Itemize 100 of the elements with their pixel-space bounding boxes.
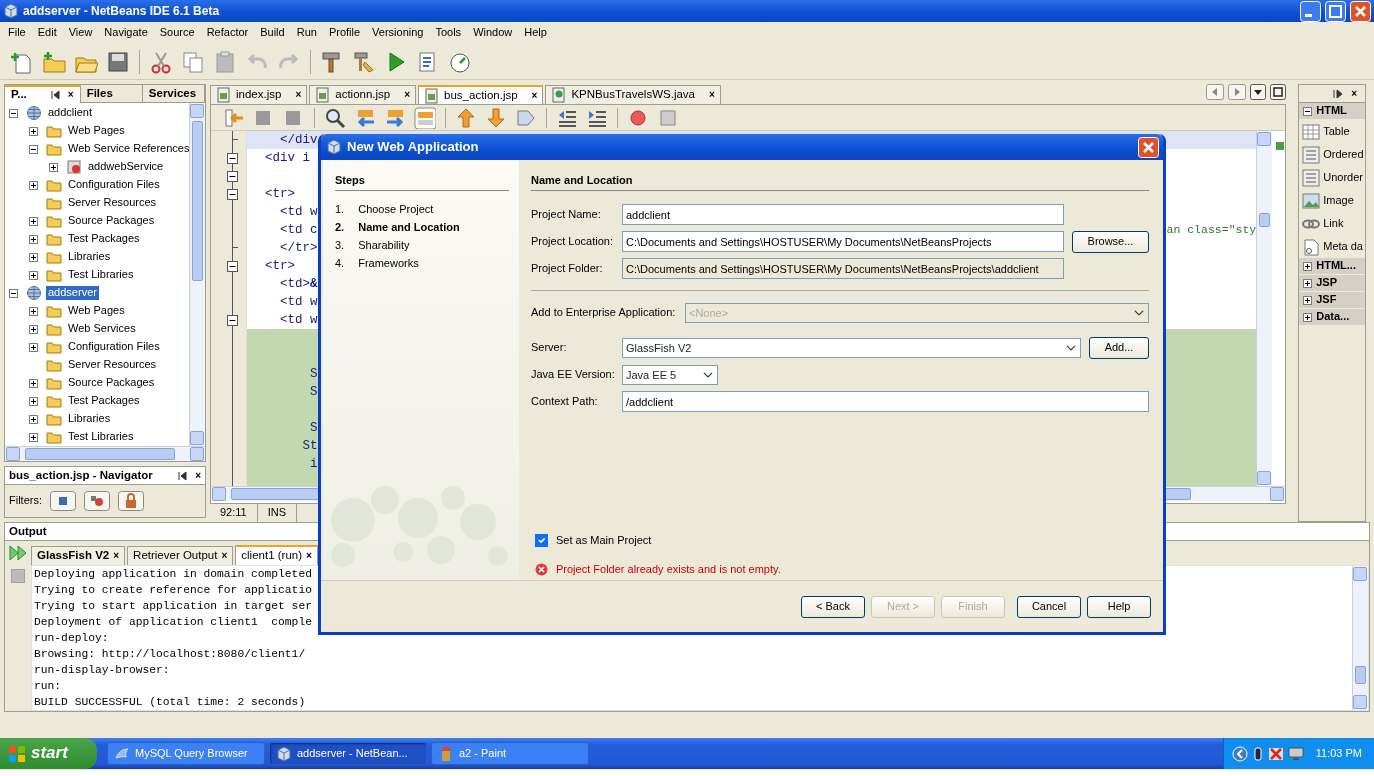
dialog-button[interactable]: Help — [1087, 595, 1151, 618]
scroll-left-icon[interactable] — [1206, 84, 1225, 100]
tree-item[interactable]: Server Resources — [66, 196, 159, 210]
menu-item[interactable]: Refactor — [200, 26, 255, 40]
expand-icon[interactable] — [1303, 278, 1313, 288]
close-icon[interactable]: × — [113, 550, 120, 561]
start-button[interactable]: start — [0, 738, 97, 769]
collapse-icon[interactable] — [9, 108, 18, 118]
expand-icon[interactable] — [29, 252, 38, 262]
filter-square-icon[interactable] — [50, 491, 76, 511]
tree-item[interactable]: Libraries — [66, 250, 113, 264]
tree-item[interactable]: Web Pages — [66, 304, 127, 318]
expand-icon[interactable] — [29, 414, 38, 424]
tree-item[interactable]: Web Service References — [66, 142, 189, 156]
vertical-scrollbar[interactable] — [1352, 565, 1368, 710]
collapse-icon[interactable] — [29, 144, 38, 154]
taskbar-button[interactable]: MySQL Query Browser — [107, 742, 265, 765]
expand-icon[interactable] — [29, 324, 38, 334]
menu-item[interactable]: Build — [254, 26, 291, 40]
tree-item[interactable]: Test Libraries — [66, 430, 136, 444]
monitor-icon[interactable] — [1287, 745, 1304, 762]
bookmark-up-icon[interactable] — [455, 106, 477, 129]
expand-icon[interactable] — [29, 180, 38, 190]
close-icon[interactable] — [1350, 0, 1371, 22]
save-icon[interactable] — [106, 49, 130, 74]
tree-item[interactable]: Source Packages — [66, 214, 157, 228]
collapse-icon[interactable] — [1303, 106, 1313, 116]
fold-icon[interactable] — [227, 315, 238, 326]
panel-tab[interactable]: Files — [86, 87, 113, 101]
dialog-button[interactable]: Cancel — [1017, 595, 1081, 618]
status-marker-icon[interactable] — [1276, 142, 1285, 151]
close-icon[interactable]: × — [709, 89, 715, 101]
menu-item[interactable]: Edit — [31, 26, 63, 40]
tree-item[interactable]: Test Packages — [66, 232, 142, 246]
output-tab[interactable]: Retriever Output × — [127, 546, 234, 565]
maximize-icon[interactable] — [1270, 84, 1287, 100]
panel-tab[interactable]: P... — [11, 88, 27, 102]
checkbox[interactable] — [535, 533, 548, 547]
taskbar-button[interactable]: addserver - NetBean... — [269, 742, 427, 765]
expand-icon[interactable] — [29, 270, 38, 280]
expand-icon[interactable] — [29, 234, 38, 244]
expand-icon[interactable] — [29, 216, 38, 226]
output-tab[interactable]: client1 (run) × — [235, 545, 318, 565]
minimize-panel-icon[interactable] — [50, 90, 60, 100]
fold-icon[interactable] — [227, 153, 238, 164]
browse-button[interactable]: Browse... — [1072, 230, 1149, 253]
text-field[interactable]: C:\Documents and Settings\HOSTUSER\My Documents\NetBeansProjects — [622, 231, 1064, 253]
tree-item[interactable]: Web Services — [66, 322, 138, 336]
text-field[interactable]: C:\Documents and Settings\HOSTUSER\My Documents\NetBeansProjects\addclient — [622, 258, 1064, 280]
editor-tab[interactable]: index.jsp × — [210, 85, 308, 104]
back-source-icon[interactable] — [223, 106, 245, 129]
close-icon[interactable]: × — [221, 550, 228, 561]
expand-icon[interactable] — [29, 432, 38, 442]
menu-item[interactable]: Help — [518, 26, 553, 40]
close-icon[interactable]: × — [404, 89, 411, 101]
text-field[interactable]: /addclient — [622, 391, 1149, 413]
expand-icon[interactable] — [29, 396, 38, 406]
horizontal-scrollbar[interactable] — [5, 446, 205, 461]
editor-tab[interactable]: actionn.jsp × — [309, 85, 417, 104]
add-button[interactable]: Add... — [1089, 336, 1149, 359]
show-icons-icon[interactable] — [1231, 745, 1248, 762]
close-icon[interactable]: × — [295, 89, 302, 101]
expand-icon[interactable] — [29, 306, 38, 316]
tree-item[interactable]: Test Libraries — [66, 268, 136, 282]
close-icon[interactable]: × — [306, 550, 312, 561]
output-tab[interactable]: GlassFish V2 × — [31, 546, 126, 565]
expand-icon[interactable] — [29, 126, 38, 136]
menu-item[interactable]: Window — [467, 26, 519, 40]
expand-icon[interactable] — [1303, 261, 1313, 271]
tree-item[interactable]: Configuration Files — [66, 340, 162, 354]
collapse-icon[interactable] — [9, 288, 18, 298]
new-project-icon[interactable] — [42, 49, 66, 74]
lock-icon[interactable] — [118, 491, 144, 511]
expand-icon[interactable] — [1303, 312, 1313, 322]
find-icon[interactable] — [324, 106, 346, 129]
menu-item[interactable]: Profile — [322, 26, 367, 40]
expand-icon[interactable] — [29, 342, 38, 352]
bookmark-down-icon[interactable] — [485, 106, 507, 129]
fold-icon[interactable] — [227, 189, 238, 200]
tree-item[interactable]: addclient — [46, 106, 95, 120]
expand-icon[interactable] — [49, 162, 58, 172]
dropdown[interactable]: GlassFish V2 — [622, 337, 1081, 358]
fold-icon[interactable] — [227, 171, 238, 182]
close-icon[interactable]: × — [67, 89, 74, 101]
text-field[interactable]: addclient — [622, 204, 1064, 226]
menu-item[interactable]: Navigate — [98, 26, 154, 40]
filter-shapes-icon[interactable] — [84, 491, 110, 511]
close-icon[interactable]: × — [1351, 87, 1357, 100]
editor-tab[interactable]: bus_action.jsp × — [418, 85, 544, 104]
palette-item[interactable]: Image — [1323, 193, 1354, 208]
dropdown-icon[interactable] — [1250, 84, 1267, 100]
dialog-button[interactable]: < Back — [801, 595, 865, 618]
tree-item[interactable]: Test Packages — [66, 394, 142, 408]
close-icon[interactable]: × — [195, 469, 201, 482]
palette-item[interactable]: Table — [1323, 124, 1350, 139]
close-icon[interactable]: × — [531, 89, 538, 102]
palette-item[interactable]: Meta da — [1323, 239, 1363, 254]
fold-icon[interactable] — [227, 261, 238, 272]
menu-item[interactable]: File — [2, 26, 32, 40]
vertical-scrollbar[interactable] — [1256, 131, 1273, 486]
